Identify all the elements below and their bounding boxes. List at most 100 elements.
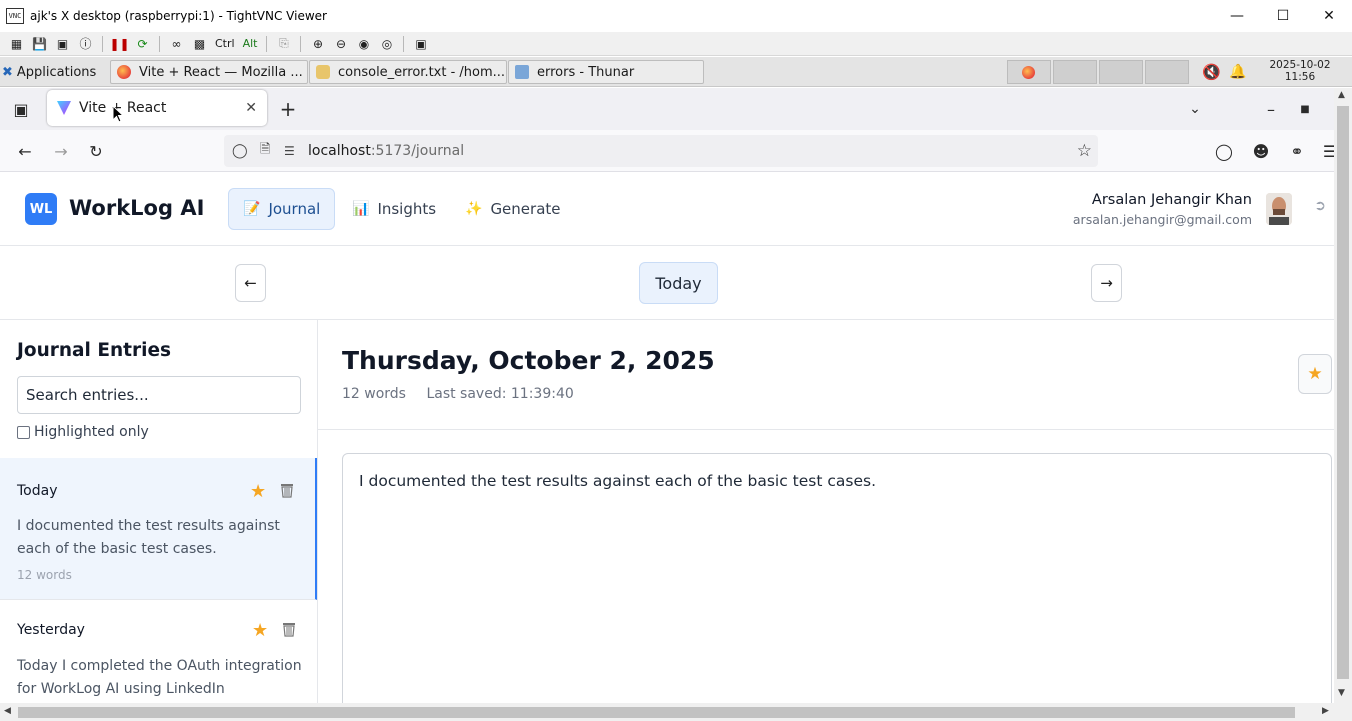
star-icon[interactable]: ★	[252, 620, 268, 641]
word-count: 12 words	[342, 386, 406, 402]
url-host: localhost	[308, 143, 371, 159]
scroll-right-icon[interactable]: ▶	[1322, 706, 1329, 716]
save-icon[interactable]: 💾	[29, 34, 50, 54]
nav-insights[interactable]: 📊 Insights	[338, 188, 450, 230]
tracking-shield-icon[interactable]: ◯	[232, 143, 248, 159]
nav-generate[interactable]: ✨ Generate	[451, 188, 575, 230]
maximize-icon[interactable]: ☐	[1260, 0, 1306, 32]
folder-icon	[515, 65, 529, 79]
forward-icon[interactable]: →	[49, 139, 73, 163]
sparkles-icon: ✨	[465, 201, 483, 217]
trash-icon[interactable]	[279, 482, 295, 498]
browser-minimize-icon[interactable]: –	[1259, 97, 1283, 121]
volume-muted-icon[interactable]: 🔇	[1202, 60, 1221, 84]
list-item[interactable]: Today ★ I documented the test results ag…	[0, 458, 317, 600]
fullscreen-icon[interactable]: ▣	[410, 34, 431, 54]
applications-label: Applications	[16, 64, 97, 80]
reload-icon[interactable]: ↻	[84, 139, 108, 163]
trash-icon[interactable]	[281, 621, 297, 637]
taskbar-item-firefox[interactable]: Vite + React — Mozilla ...	[110, 60, 308, 84]
list-item[interactable]: Yesterday ★ Today I completed the OAuth …	[0, 601, 317, 703]
scrollbar-thumb[interactable]	[18, 707, 1295, 718]
entry-date: Yesterday	[17, 622, 85, 638]
browser-maximize-icon[interactable]: ■	[1293, 97, 1317, 121]
back-icon[interactable]: ←	[13, 139, 37, 163]
new-connection-icon[interactable]: ▦	[6, 34, 27, 54]
scroll-down-icon[interactable]: ▼	[1338, 688, 1345, 698]
horizontal-scrollbar[interactable]: ◀ ▶	[0, 703, 1352, 721]
star-icon[interactable]: ★	[250, 481, 266, 502]
pocket-icon[interactable]: ◯	[1212, 139, 1236, 163]
send-keys-icon[interactable]: ∞	[166, 34, 187, 54]
last-saved: Last saved: 11:39:40	[426, 386, 574, 402]
new-tab-icon[interactable]: +	[276, 97, 300, 121]
bookmark-star-icon[interactable]: ☆	[1077, 141, 1092, 161]
list-tabs-icon[interactable]: ⌄	[1183, 97, 1207, 121]
zoom-in-icon[interactable]: ⊕	[307, 34, 328, 54]
today-button[interactable]: Today	[639, 262, 718, 304]
workspace-3[interactable]	[1099, 60, 1143, 84]
refresh-icon[interactable]: ⟳	[132, 34, 153, 54]
vnc-toolbar: ▦ 💾 ▣ ⓘ ❚❚ ⟳ ∞ ▩ Ctrl Alt ⎘ ⊕ ⊖ ◉ ◎ ▣	[0, 32, 1352, 56]
scroll-left-icon[interactable]: ◀	[4, 706, 11, 716]
extensions-icon[interactable]: ⚭	[1285, 139, 1309, 163]
permissions-icon[interactable]: ☰	[284, 144, 302, 158]
vertical-scrollbar[interactable]: ▲ ▼	[1334, 88, 1352, 703]
highlight-star-button[interactable]: ★	[1298, 354, 1332, 394]
clipboard-icon[interactable]: ⎘	[273, 34, 294, 54]
scrollbar-thumb[interactable]	[1337, 106, 1349, 679]
highlighted-only-checkbox[interactable]	[17, 425, 30, 439]
pause-icon[interactable]: ❚❚	[109, 34, 130, 54]
account-icon[interactable]: ☻	[1249, 139, 1273, 163]
options-icon[interactable]: ▣	[52, 34, 73, 54]
entry-meta: 12 words Last saved: 11:39:40	[342, 386, 574, 402]
taskbar-item-thunar[interactable]: errors - Thunar	[508, 60, 704, 84]
taskbar-item-label: console_error.txt - /hom...	[338, 64, 506, 80]
alt-key-button[interactable]: Alt	[240, 34, 261, 54]
xfce-logo-icon: ✖	[2, 64, 13, 80]
chart-icon: 📊	[352, 201, 370, 217]
zoom-100-icon[interactable]: ◉	[353, 34, 374, 54]
workspace-1[interactable]	[1007, 60, 1051, 84]
search-input[interactable]	[17, 376, 301, 414]
browser-nav-bar: ← → ↻ ◯ 🗎 ☰ localhost:5173/journal ☆ ◯ ☻…	[0, 130, 1337, 172]
previous-day-button[interactable]: ←	[235, 264, 266, 302]
applications-menu[interactable]: ✖ Applications	[2, 60, 108, 84]
entry-word-count: 12 words	[17, 568, 72, 582]
close-tab-icon[interactable]: ✕	[245, 100, 257, 116]
ctrl-alt-del-icon[interactable]: ▩	[189, 34, 210, 54]
close-icon[interactable]: ✕	[1306, 0, 1352, 32]
next-day-button[interactable]: →	[1091, 264, 1122, 302]
highlighted-only-filter[interactable]: Highlighted only	[17, 424, 149, 440]
entry-editor[interactable]: I documented the test results against ea…	[342, 453, 1332, 703]
sidebar-title: Journal Entries	[17, 340, 171, 361]
tightvnc-icon: VNC	[6, 8, 24, 24]
entry-header: Thursday, October 2, 2025 12 words Last …	[318, 320, 1334, 430]
journal-sidebar: Journal Entries Highlighted only Today ★…	[0, 320, 318, 703]
nav-journal[interactable]: 📝 Journal	[228, 188, 336, 230]
zoom-out-icon[interactable]: ⊖	[330, 34, 351, 54]
taskbar-item-label: Vite + React — Mozilla ...	[139, 64, 303, 80]
browser-tab-active[interactable]: Vite + React ✕	[47, 90, 267, 126]
info-icon[interactable]: ⓘ	[75, 34, 96, 54]
journal-icon: 📝	[243, 201, 261, 217]
notification-bell-icon[interactable]: 🔔	[1229, 60, 1246, 84]
workspace-2[interactable]	[1053, 60, 1097, 84]
zoom-fit-icon[interactable]: ◎	[376, 34, 397, 54]
nav-label: Journal	[268, 200, 321, 218]
taskbar-item-editor[interactable]: console_error.txt - /hom...	[309, 60, 507, 84]
text-editor-icon	[316, 65, 330, 79]
url-bar[interactable]: ◯ 🗎 ☰ localhost:5173/journal ☆	[224, 135, 1098, 167]
minimize-icon[interactable]: —	[1214, 0, 1260, 32]
worklog-app: WL WorkLog AI 📝 Journal 📊 Insights ✨ Gen…	[0, 172, 1334, 703]
panel-clock[interactable]: 2025-10-02 11:56	[1264, 59, 1336, 83]
taskbar-item-label: errors - Thunar	[537, 64, 635, 80]
ctrl-key-button[interactable]: Ctrl	[212, 34, 238, 54]
highlighted-only-label: Highlighted only	[34, 424, 149, 440]
scroll-up-icon[interactable]: ▲	[1338, 90, 1345, 100]
page-info-icon[interactable]: 🗎	[260, 140, 276, 162]
avatar[interactable]	[1266, 193, 1292, 225]
logout-icon[interactable]: ➲	[1314, 198, 1326, 214]
tab-groups-icon[interactable]: ▣	[9, 97, 33, 121]
workspace-4[interactable]	[1145, 60, 1189, 84]
